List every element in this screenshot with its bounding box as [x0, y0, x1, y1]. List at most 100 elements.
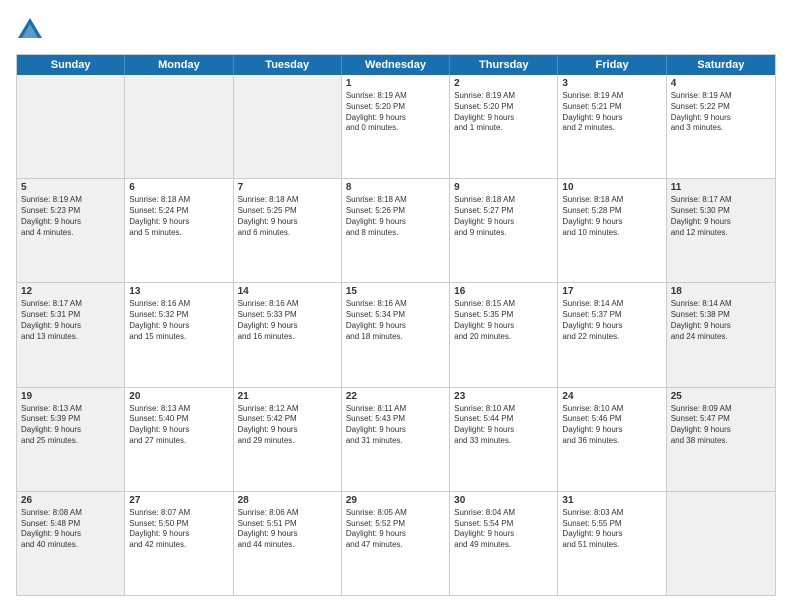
day-number: 27 — [129, 495, 228, 506]
day-number: 19 — [21, 391, 120, 402]
day-number: 26 — [21, 495, 120, 506]
header-day-monday: Monday — [125, 55, 233, 75]
day-info: Sunrise: 8:18 AM Sunset: 5:25 PM Dayligh… — [238, 195, 337, 238]
day-number: 21 — [238, 391, 337, 402]
header-day-wednesday: Wednesday — [342, 55, 450, 75]
day-info: Sunrise: 8:14 AM Sunset: 5:38 PM Dayligh… — [671, 299, 771, 342]
day-number: 10 — [562, 182, 661, 193]
table-row — [234, 75, 342, 178]
table-row: 31 Sunrise: 8:03 AM Sunset: 5:55 PM Dayli… — [558, 492, 666, 595]
table-row: 16Sunrise: 8:15 AM Sunset: 5:35 PM Dayli… — [450, 283, 558, 386]
day-info: Sunrise: 8:13 AM Sunset: 5:39 PM Dayligh… — [21, 404, 120, 447]
table-row: 18 Sunrise: 8:14 AM Sunset: 5:38 PM Dayli… — [667, 283, 775, 386]
table-row: 14 Sunrise: 8:16 AM Sunset: 5:33 PM Dayli… — [234, 283, 342, 386]
day-number: 28 — [238, 495, 337, 506]
day-number: 18 — [671, 286, 771, 297]
day-info: Sunrise: 8:11 AM Sunset: 5:43 PM Dayligh… — [346, 404, 445, 447]
day-number: 30 — [454, 495, 553, 506]
day-info: Sunrise: 8:05 AM Sunset: 5:52 PM Dayligh… — [346, 508, 445, 551]
day-info: Sunrise: 8:18 AM Sunset: 5:28 PM Dayligh… — [562, 195, 661, 238]
day-info: Sunrise: 8:19 AM Sunset: 5:23 PM Dayligh… — [21, 195, 120, 238]
day-info: Sunrise: 8:04 AM Sunset: 5:54 PM Dayligh… — [454, 508, 553, 551]
table-row: 23 Sunrise: 8:10 AM Sunset: 5:44 PM Dayli… — [450, 388, 558, 491]
day-number: 24 — [562, 391, 661, 402]
day-info: Sunrise: 8:07 AM Sunset: 5:50 PM Dayligh… — [129, 508, 228, 551]
day-info: Sunrise: 8:16 AM Sunset: 5:33 PM Dayligh… — [238, 299, 337, 342]
cal-week-3: 19 Sunrise: 8:13 AM Sunset: 5:39 PM Dayli… — [17, 387, 775, 491]
header — [16, 16, 776, 44]
header-day-sunday: Sunday — [17, 55, 125, 75]
cal-week-2: 12 Sunrise: 8:17 AM Sunset: 5:31 PM Dayli… — [17, 282, 775, 386]
table-row: 9 Sunrise: 8:18 AM Sunset: 5:27 PM Daylig… — [450, 179, 558, 282]
day-number: 31 — [562, 495, 661, 506]
table-row: 15 Sunrise: 8:16 AM Sunset: 5:34 PM Dayli… — [342, 283, 450, 386]
day-info: Sunrise: 8:10 AM Sunset: 5:46 PM Dayligh… — [562, 404, 661, 447]
cal-week-1: 5Sunrise: 8:19 AM Sunset: 5:23 PM Daylig… — [17, 178, 775, 282]
day-number: 3 — [562, 78, 661, 89]
table-row: 5Sunrise: 8:19 AM Sunset: 5:23 PM Daylig… — [17, 179, 125, 282]
day-number: 15 — [346, 286, 445, 297]
day-info: Sunrise: 8:17 AM Sunset: 5:31 PM Dayligh… — [21, 299, 120, 342]
day-info: Sunrise: 8:19 AM Sunset: 5:20 PM Dayligh… — [346, 91, 445, 134]
day-number: 16 — [454, 286, 553, 297]
day-info: Sunrise: 8:10 AM Sunset: 5:44 PM Dayligh… — [454, 404, 553, 447]
cal-week-4: 26 Sunrise: 8:08 AM Sunset: 5:48 PM Dayli… — [17, 491, 775, 595]
table-row: 22Sunrise: 8:11 AM Sunset: 5:43 PM Dayli… — [342, 388, 450, 491]
day-number: 6 — [129, 182, 228, 193]
day-info: Sunrise: 8:18 AM Sunset: 5:27 PM Dayligh… — [454, 195, 553, 238]
day-info: Sunrise: 8:06 AM Sunset: 5:51 PM Dayligh… — [238, 508, 337, 551]
page: SundayMondayTuesdayWednesdayThursdayFrid… — [0, 0, 792, 612]
day-number: 23 — [454, 391, 553, 402]
day-number: 13 — [129, 286, 228, 297]
table-row: 20 Sunrise: 8:13 AM Sunset: 5:40 PM Dayli… — [125, 388, 233, 491]
table-row: 13 Sunrise: 8:16 AM Sunset: 5:32 PM Dayli… — [125, 283, 233, 386]
day-info: Sunrise: 8:16 AM Sunset: 5:34 PM Dayligh… — [346, 299, 445, 342]
day-number: 2 — [454, 78, 553, 89]
table-row: 26 Sunrise: 8:08 AM Sunset: 5:48 PM Dayli… — [17, 492, 125, 595]
day-info: Sunrise: 8:14 AM Sunset: 5:37 PM Dayligh… — [562, 299, 661, 342]
day-info: Sunrise: 8:17 AM Sunset: 5:30 PM Dayligh… — [671, 195, 771, 238]
table-row: 19 Sunrise: 8:13 AM Sunset: 5:39 PM Dayli… — [17, 388, 125, 491]
day-number: 1 — [346, 78, 445, 89]
day-number: 4 — [671, 78, 771, 89]
table-row: 3 Sunrise: 8:19 AM Sunset: 5:21 PM Daylig… — [558, 75, 666, 178]
table-row: 10 Sunrise: 8:18 AM Sunset: 5:28 PM Dayli… — [558, 179, 666, 282]
table-row: 12 Sunrise: 8:17 AM Sunset: 5:31 PM Dayli… — [17, 283, 125, 386]
day-number: 20 — [129, 391, 228, 402]
calendar-body: 1 Sunrise: 8:19 AM Sunset: 5:20 PM Daylig… — [17, 75, 775, 595]
day-number: 11 — [671, 182, 771, 193]
table-row: 17Sunrise: 8:14 AM Sunset: 5:37 PM Dayli… — [558, 283, 666, 386]
table-row: 28 Sunrise: 8:06 AM Sunset: 5:51 PM Dayli… — [234, 492, 342, 595]
day-info: Sunrise: 8:08 AM Sunset: 5:48 PM Dayligh… — [21, 508, 120, 551]
table-row — [17, 75, 125, 178]
table-row: 25Sunrise: 8:09 AM Sunset: 5:47 PM Dayli… — [667, 388, 775, 491]
header-day-saturday: Saturday — [667, 55, 775, 75]
cal-week-0: 1 Sunrise: 8:19 AM Sunset: 5:20 PM Daylig… — [17, 75, 775, 178]
day-info: Sunrise: 8:18 AM Sunset: 5:26 PM Dayligh… — [346, 195, 445, 238]
table-row: 2 Sunrise: 8:19 AM Sunset: 5:20 PM Daylig… — [450, 75, 558, 178]
day-info: Sunrise: 8:19 AM Sunset: 5:21 PM Dayligh… — [562, 91, 661, 134]
day-info: Sunrise: 8:16 AM Sunset: 5:32 PM Dayligh… — [129, 299, 228, 342]
day-number: 7 — [238, 182, 337, 193]
day-number: 8 — [346, 182, 445, 193]
logo-icon — [16, 16, 44, 44]
day-info: Sunrise: 8:18 AM Sunset: 5:24 PM Dayligh… — [129, 195, 228, 238]
day-info: Sunrise: 8:13 AM Sunset: 5:40 PM Dayligh… — [129, 404, 228, 447]
day-info: Sunrise: 8:19 AM Sunset: 5:22 PM Dayligh… — [671, 91, 771, 134]
day-info: Sunrise: 8:19 AM Sunset: 5:20 PM Dayligh… — [454, 91, 553, 134]
table-row: 29Sunrise: 8:05 AM Sunset: 5:52 PM Dayli… — [342, 492, 450, 595]
table-row: 1 Sunrise: 8:19 AM Sunset: 5:20 PM Daylig… — [342, 75, 450, 178]
day-info: Sunrise: 8:12 AM Sunset: 5:42 PM Dayligh… — [238, 404, 337, 447]
day-number: 12 — [21, 286, 120, 297]
table-row: 27 Sunrise: 8:07 AM Sunset: 5:50 PM Dayli… — [125, 492, 233, 595]
day-info: Sunrise: 8:03 AM Sunset: 5:55 PM Dayligh… — [562, 508, 661, 551]
day-number: 9 — [454, 182, 553, 193]
table-row: 21 Sunrise: 8:12 AM Sunset: 5:42 PM Dayli… — [234, 388, 342, 491]
table-row: 11 Sunrise: 8:17 AM Sunset: 5:30 PM Dayli… — [667, 179, 775, 282]
logo — [16, 16, 48, 44]
day-number: 14 — [238, 286, 337, 297]
table-row — [667, 492, 775, 595]
table-row — [125, 75, 233, 178]
table-row: 30 Sunrise: 8:04 AM Sunset: 5:54 PM Dayli… — [450, 492, 558, 595]
calendar-header: SundayMondayTuesdayWednesdayThursdayFrid… — [17, 55, 775, 75]
